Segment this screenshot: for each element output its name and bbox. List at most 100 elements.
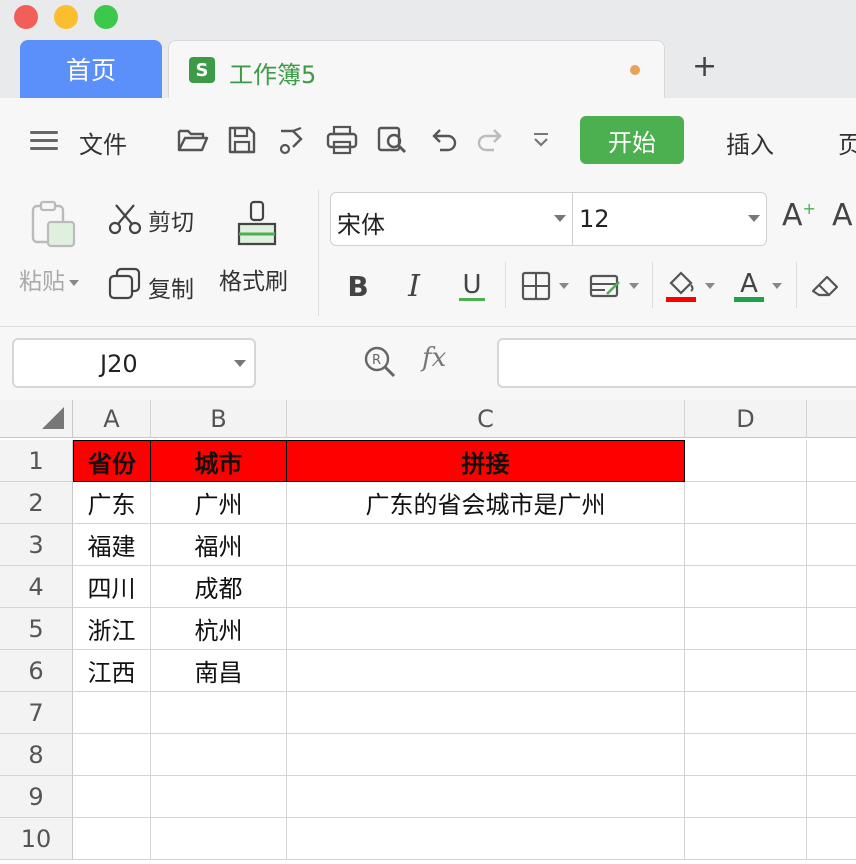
open-icon[interactable] [176,123,210,157]
cell-d1[interactable] [685,440,807,482]
cell-c5[interactable] [287,608,685,650]
print-preview-icon[interactable] [375,123,409,157]
cell-e7[interactable] [807,692,856,734]
row-header-6[interactable]: 6 [0,650,73,692]
zoom-window-button[interactable] [94,5,118,29]
minimize-window-button[interactable] [54,5,78,29]
copy-button[interactable]: 复制 [148,270,194,304]
cell-d4[interactable] [685,566,807,608]
font-size-select[interactable]: 12 [572,192,767,246]
cell-b10[interactable] [151,818,287,860]
cell-d7[interactable] [685,692,807,734]
undo-icon[interactable] [426,123,460,157]
paste-button[interactable]: 粘贴 [19,262,79,296]
tab-document[interactable]: S 工作簿5 [168,40,665,98]
find-function-icon[interactable]: R [362,344,398,380]
cell-a3[interactable]: 福建 [73,524,151,566]
cell-b8[interactable] [151,734,287,776]
cell-style-button[interactable] [586,266,642,306]
cell-c2[interactable]: 广东的省会城市是广州 [287,482,685,524]
cell-e1[interactable] [807,440,856,482]
row-header-7[interactable]: 7 [0,692,73,734]
row-header-8[interactable]: 8 [0,734,73,776]
cell-d8[interactable] [685,734,807,776]
cell-c6[interactable] [287,650,685,692]
cell-a10[interactable] [73,818,151,860]
borders-button[interactable] [517,266,573,306]
tab-insert[interactable]: 插入 [726,125,774,160]
cell-a2[interactable]: 广东 [73,482,151,524]
cell-e3[interactable] [807,524,856,566]
fill-color-button[interactable] [662,266,718,306]
print-icon[interactable] [325,123,359,157]
cell-d6[interactable] [685,650,807,692]
column-header-d[interactable]: D [685,400,807,438]
cell-b7[interactable] [151,692,287,734]
cell-b6[interactable]: 南昌 [151,650,287,692]
font-name-select[interactable]: 宋体 [330,192,572,246]
decrease-font-size-button[interactable]: A [832,198,853,233]
column-header-b[interactable]: B [151,400,287,438]
cell-c7[interactable] [287,692,685,734]
cell-a7[interactable] [73,692,151,734]
cell-b9[interactable] [151,776,287,818]
hamburger-menu-icon[interactable] [30,131,58,150]
row-header-1[interactable]: 1 [0,440,73,482]
cell-c1[interactable]: 拼接 [287,440,685,482]
cell-c4[interactable] [287,566,685,608]
cell-d9[interactable] [685,776,807,818]
cell-a4[interactable]: 四川 [73,566,151,608]
increase-font-size-button[interactable]: A+ [782,198,816,233]
tab-home[interactable]: 首页 [20,40,162,98]
row-header-3[interactable]: 3 [0,524,73,566]
cell-e8[interactable] [807,734,856,776]
name-box[interactable]: J20 [12,338,256,388]
row-header-4[interactable]: 4 [0,566,73,608]
cell-a8[interactable] [73,734,151,776]
cell-b2[interactable]: 广州 [151,482,287,524]
cell-c10[interactable] [287,818,685,860]
cell-d10[interactable] [685,818,807,860]
italic-button[interactable]: I [400,266,428,306]
cut-button[interactable]: 剪切 [148,203,194,237]
new-tab-button[interactable]: + [692,52,717,82]
close-window-button[interactable] [14,5,38,29]
format-painter-icon[interactable] [235,200,279,248]
cell-d2[interactable] [685,482,807,524]
cell-d3[interactable] [685,524,807,566]
column-header-c[interactable]: C [287,400,685,438]
select-all-button[interactable] [0,400,73,438]
paste-icon[interactable] [28,200,78,250]
format-painter-button[interactable]: 格式刷 [219,262,288,296]
file-menu[interactable]: 文件 [79,125,127,160]
font-color-button[interactable]: A [730,266,786,306]
tab-start[interactable]: 开始 [580,116,684,164]
row-header-2[interactable]: 2 [0,482,73,524]
underline-button[interactable]: U [456,266,488,306]
insert-function-button[interactable]: fx [422,343,446,373]
cell-d5[interactable] [685,608,807,650]
bold-button[interactable]: B [344,266,372,306]
cell-e6[interactable] [807,650,856,692]
redo-icon[interactable] [474,123,508,157]
row-header-10[interactable]: 10 [0,818,73,860]
cell-c9[interactable] [287,776,685,818]
row-header-5[interactable]: 5 [0,608,73,650]
cell-a6[interactable]: 江西 [73,650,151,692]
cell-a5[interactable]: 浙江 [73,608,151,650]
cell-a1[interactable]: 省份 [73,440,151,482]
cell-a9[interactable] [73,776,151,818]
cell-e5[interactable] [807,608,856,650]
cell-e2[interactable] [807,482,856,524]
cell-b5[interactable]: 杭州 [151,608,287,650]
export-icon[interactable] [275,123,309,157]
clear-format-button[interactable] [806,266,846,306]
row-header-9[interactable]: 9 [0,776,73,818]
cell-c3[interactable] [287,524,685,566]
cell-c8[interactable] [287,734,685,776]
more-icon[interactable] [524,123,558,157]
cell-b1[interactable]: 城市 [151,440,287,482]
formula-input[interactable] [497,338,856,388]
cell-e10[interactable] [807,818,856,860]
cell-e9[interactable] [807,776,856,818]
